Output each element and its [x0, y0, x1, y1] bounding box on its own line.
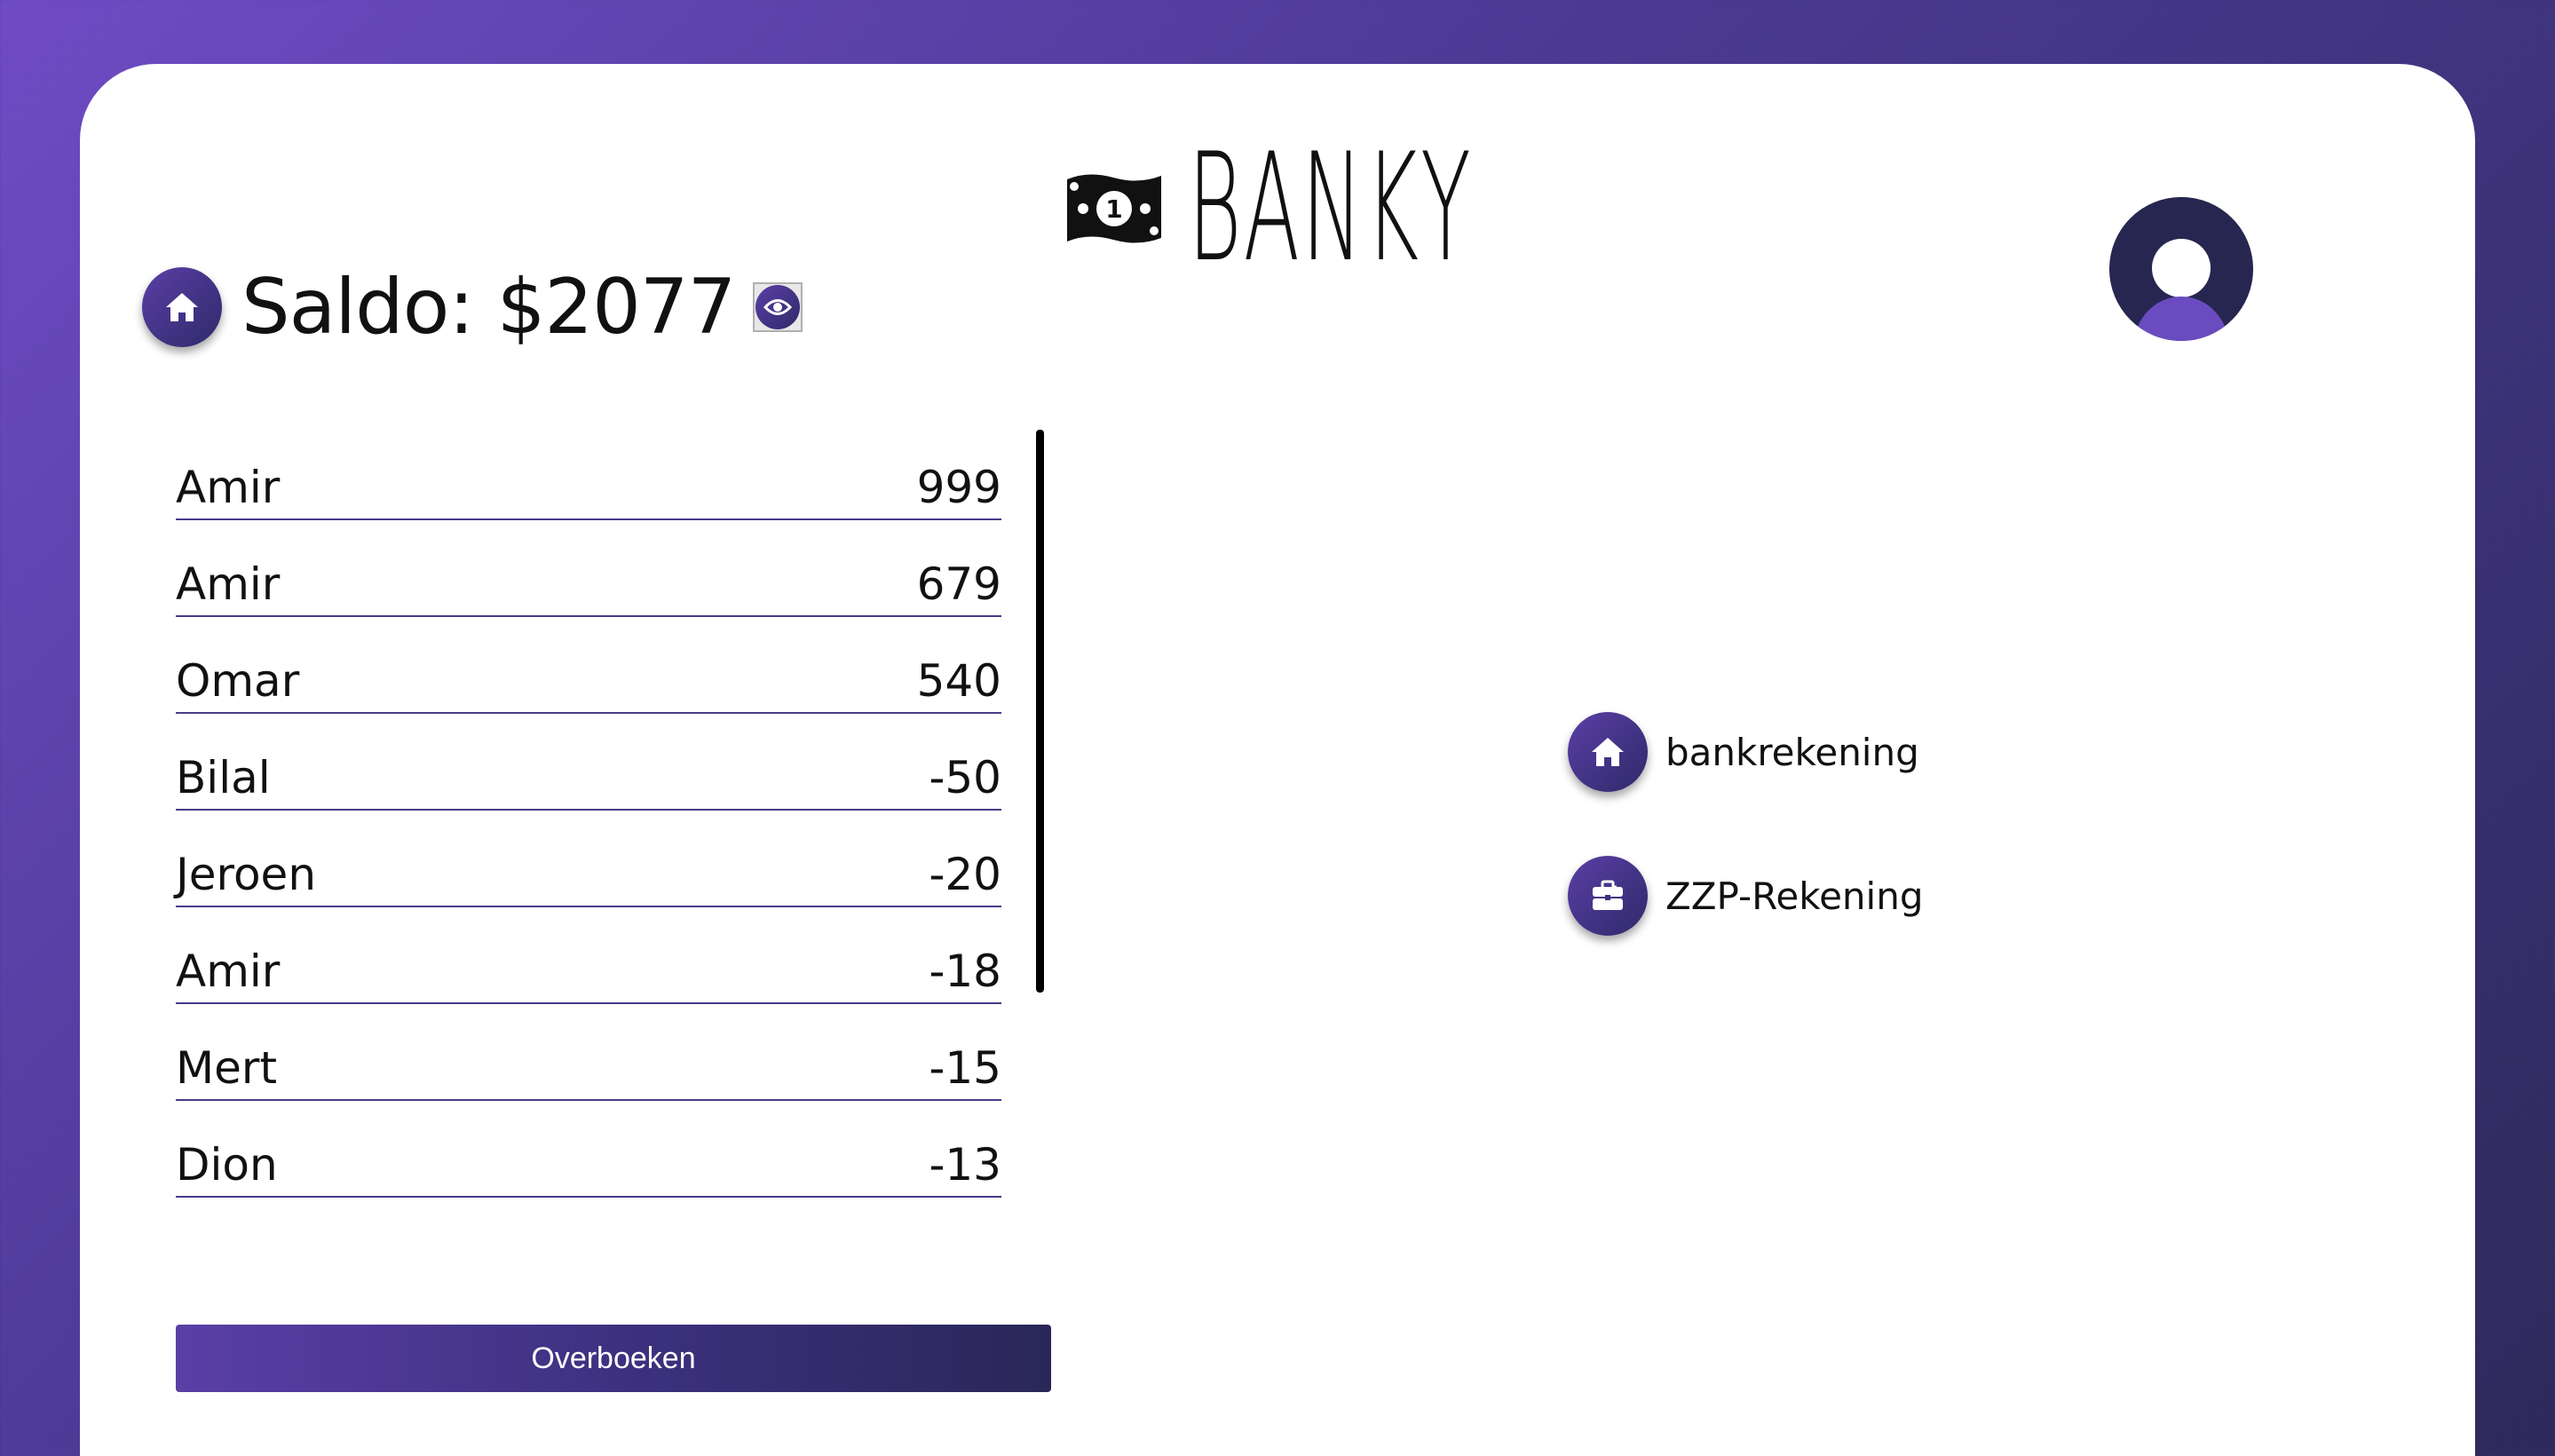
transaction-row: Dion -13 — [176, 1121, 1001, 1198]
transaction-name: Mert — [176, 1042, 278, 1094]
avatar[interactable] — [2109, 197, 2253, 341]
app-logo: 1 BANKY — [1062, 133, 1705, 282]
account-briefcase-button[interactable] — [1568, 856, 1648, 936]
transaction-name: Jeroen — [176, 849, 317, 900]
toggle-balance-visibility-button[interactable] — [753, 282, 803, 332]
transaction-row: Amir 679 — [176, 541, 1001, 617]
account-list: bankrekening ZZP-Rekening — [1568, 712, 1923, 1000]
transaction-row: Jeroen -20 — [176, 831, 1001, 907]
transaction-amount: -15 — [929, 1042, 1001, 1094]
transaction-row: Mert -15 — [176, 1025, 1001, 1101]
transaction-amount: -18 — [929, 946, 1001, 997]
transaction-name: Omar — [176, 655, 300, 707]
transaction-name: Bilal — [176, 752, 271, 803]
transaction-row: Amir 999 — [176, 444, 1001, 520]
transaction-amount: -13 — [929, 1139, 1001, 1191]
transaction-name: Dion — [176, 1139, 278, 1191]
account-item-zzp-rekening[interactable]: ZZP-Rekening — [1568, 856, 1923, 936]
transfer-button[interactable]: Overboeken — [176, 1325, 1051, 1392]
briefcase-icon — [1593, 880, 1623, 910]
account-label: ZZP-Rekening — [1665, 874, 1924, 918]
logo-text: BANKY — [1188, 121, 1473, 295]
transaction-amount: 540 — [916, 655, 1001, 707]
account-item-bankrekening[interactable]: bankrekening — [1568, 712, 1923, 792]
transaction-amount: -50 — [929, 752, 1001, 803]
transaction-list-scrollbar[interactable] — [1036, 430, 1044, 993]
account-home-button[interactable] — [1568, 712, 1648, 792]
transaction-amount: 679 — [916, 558, 1001, 610]
home-icon — [1592, 738, 1624, 766]
transaction-amount: 999 — [916, 462, 1001, 513]
transaction-amount: -20 — [929, 849, 1001, 900]
home-icon — [166, 293, 198, 321]
transaction-name: Amir — [176, 462, 281, 513]
eye-icon — [763, 299, 793, 315]
transaction-row: Amir -18 — [176, 928, 1001, 1004]
svg-text:1: 1 — [1105, 194, 1122, 224]
transaction-list: Amir 999 Amir 679 Omar 540 Bilal -50 Jer… — [176, 444, 1001, 1218]
transaction-name: Amir — [176, 946, 281, 997]
balance-header: Saldo: $2077 — [142, 263, 803, 352]
transaction-name: Amir — [176, 558, 281, 610]
money-bill-icon: 1 — [1067, 174, 1161, 243]
balance-label: Saldo: $2077 — [241, 263, 736, 352]
user-icon — [2109, 197, 2253, 341]
transaction-row: Bilal -50 — [176, 734, 1001, 811]
account-label: bankrekening — [1665, 730, 1919, 774]
transaction-row: Omar 540 — [176, 637, 1001, 714]
home-button[interactable] — [142, 267, 222, 347]
